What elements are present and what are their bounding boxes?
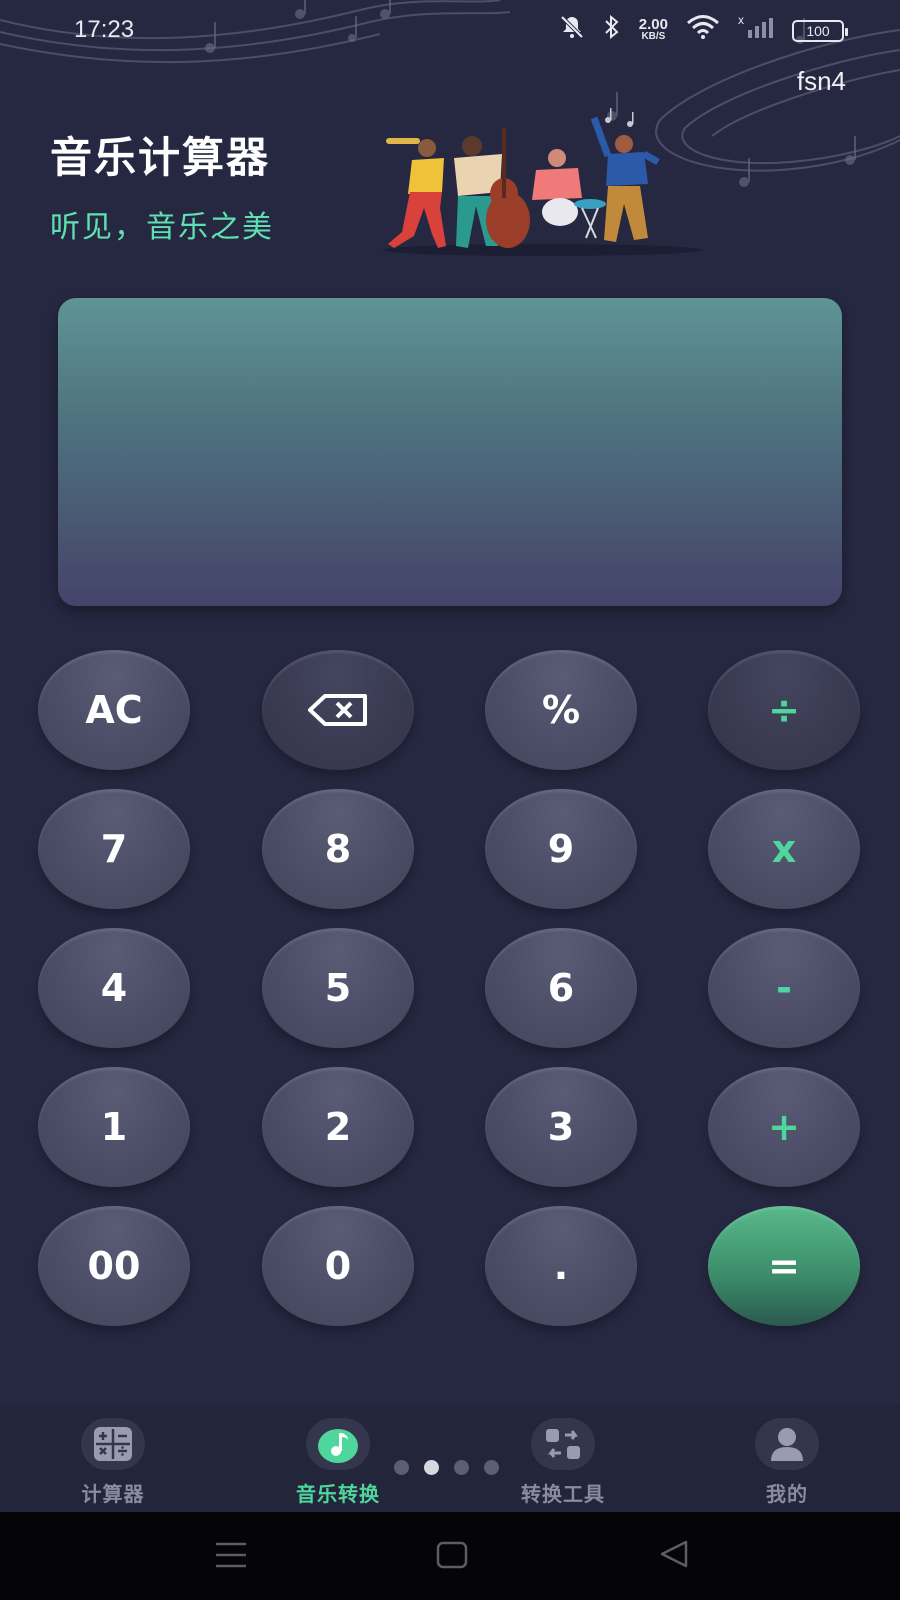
tab-calculator[interactable]: 计算器 <box>23 1418 203 1507</box>
divide-button[interactable]: ÷ <box>708 650 860 770</box>
battery-indicator: 100 <box>792 20 848 42</box>
page-title: 音乐计算器 <box>50 133 271 182</box>
minus-button[interactable]: - <box>708 928 860 1048</box>
music-note-icon <box>306 1418 370 1470</box>
net-speed-value: 2.00 <box>638 16 668 33</box>
plus-button[interactable]: + <box>708 1067 860 1187</box>
key-4[interactable]: 4 <box>38 928 190 1048</box>
profile-icon <box>755 1418 819 1470</box>
net-speed: 2.00 KB/S <box>638 16 668 43</box>
page-dot[interactable] <box>454 1460 469 1475</box>
ac-button[interactable]: AC <box>38 650 190 770</box>
key-0[interactable]: 0 <box>262 1206 414 1326</box>
back-icon[interactable] <box>658 1538 690 1570</box>
menu-icon[interactable] <box>214 1540 248 1570</box>
tab-calculator-label: 计算器 <box>81 1482 145 1506</box>
multiply-button[interactable]: x <box>708 789 860 909</box>
backspace-button[interactable] <box>262 650 414 770</box>
key-8[interactable]: 8 <box>262 789 414 909</box>
keypad: AC % ÷ 7 8 9 x 4 5 6 - 1 2 3 + 00 0 . = <box>38 650 862 1330</box>
equals-button[interactable]: = <box>708 1206 860 1326</box>
tab-convert-tools[interactable]: 转换工具 <box>473 1418 653 1507</box>
bluetooth-icon <box>603 14 621 48</box>
page-dot[interactable] <box>394 1460 409 1475</box>
calculator-display <box>58 298 842 606</box>
tab-convert-tools-label: 转换工具 <box>521 1482 605 1506</box>
battery-level: 100 <box>806 23 830 39</box>
page-dot[interactable] <box>484 1460 499 1475</box>
user-tag: fsn4 <box>796 66 846 96</box>
page-indicator <box>394 1460 499 1475</box>
system-navigation-bar <box>0 1512 900 1600</box>
convert-icon <box>531 1418 595 1470</box>
signal-icon: x <box>738 13 774 48</box>
band-illustration <box>382 108 702 256</box>
key-5[interactable]: 5 <box>262 928 414 1048</box>
page-subtitle: 听见，音乐之美 <box>50 210 274 245</box>
mute-icon <box>559 14 585 48</box>
decimal-button[interactable]: . <box>485 1206 637 1326</box>
tab-music-convert-label: 音乐转换 <box>296 1482 380 1506</box>
wifi-icon <box>686 14 720 48</box>
home-icon[interactable] <box>436 1540 468 1570</box>
key-00[interactable]: 00 <box>38 1206 190 1326</box>
bottom-tab-bar: 计算器 音乐转换 转换工具 我的 <box>0 1404 900 1512</box>
tab-profile-label: 我的 <box>766 1482 808 1506</box>
key-2[interactable]: 2 <box>262 1067 414 1187</box>
key-1[interactable]: 1 <box>38 1067 190 1187</box>
key-6[interactable]: 6 <box>485 928 637 1048</box>
key-3[interactable]: 3 <box>485 1067 637 1187</box>
calculator-icon <box>81 1418 145 1470</box>
svg-text:x: x <box>738 14 744 27</box>
status-bar: 17:23 2.00 KB/S x 100 <box>0 0 900 64</box>
tab-profile[interactable]: 我的 <box>697 1418 877 1507</box>
backspace-icon <box>308 694 367 726</box>
net-speed-unit: KB/S <box>641 31 666 42</box>
percent-button[interactable]: % <box>485 650 637 770</box>
key-7[interactable]: 7 <box>38 789 190 909</box>
page-dot-active[interactable] <box>424 1460 439 1475</box>
status-icons: 2.00 KB/S x 100 <box>559 13 848 48</box>
key-9[interactable]: 9 <box>485 789 637 909</box>
status-time: 17:23 <box>74 16 135 43</box>
